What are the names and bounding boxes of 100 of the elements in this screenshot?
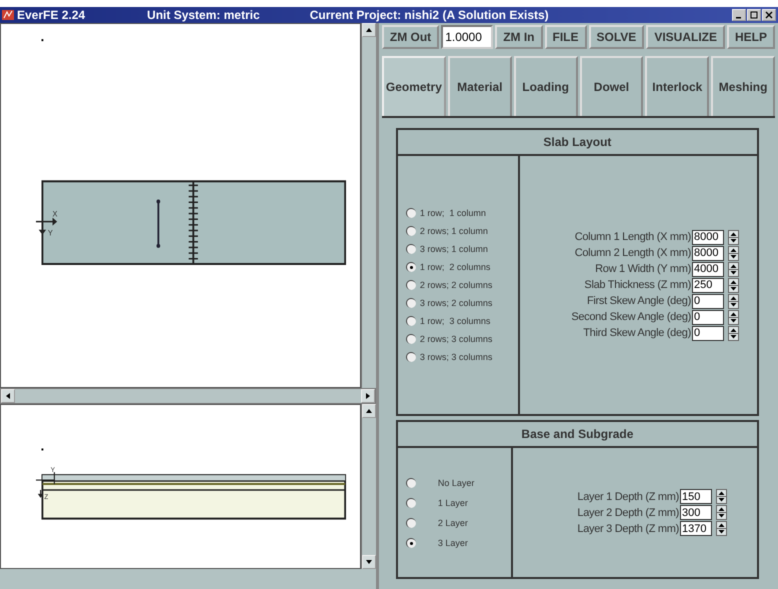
spinner-buttons[interactable] (716, 489, 727, 504)
scroll-down-button[interactable] (362, 555, 376, 569)
spinner-buttons[interactable] (728, 246, 739, 260)
zoom-field[interactable]: 1.0000 (441, 25, 494, 49)
radio-button[interactable] (406, 498, 416, 508)
maximize-button[interactable] (747, 9, 761, 21)
horizontal-scrollbar[interactable] (0, 388, 376, 404)
y-axis-arrow (38, 222, 46, 235)
axis-arrows-drawing (36, 472, 55, 498)
field-label: Layer 3 Depth (Z mm) (577, 522, 679, 534)
layer-radio-option[interactable]: 3 Layer (406, 538, 511, 548)
layer-radio-option[interactable]: 2 Layer (406, 518, 511, 528)
layout-radio-option[interactable]: 1 row; 2 columns (406, 262, 518, 272)
field-label: Column 2 Length (X mm) (574, 247, 691, 259)
layout-radio-option[interactable]: 1 row; 1 column (406, 208, 518, 218)
zoom-in-button[interactable]: ZM In (495, 25, 543, 49)
tab[interactable]: Loading (514, 56, 578, 116)
section-title: Base and Subgrade (398, 422, 757, 448)
minimize-button[interactable] (732, 9, 746, 21)
radio-button[interactable] (406, 298, 416, 308)
menu-button[interactable]: SOLVE (588, 25, 644, 49)
input-field[interactable]: 250 (692, 278, 724, 292)
radio-button[interactable] (406, 518, 416, 528)
radio-button[interactable] (406, 334, 416, 344)
radio-button[interactable] (406, 262, 416, 272)
radio-button[interactable] (406, 478, 416, 488)
section-title: Slab Layout (398, 130, 757, 156)
scroll-up-button[interactable] (362, 23, 376, 37)
dowel-line-drawing (156, 199, 160, 248)
spinner-buttons[interactable] (728, 310, 739, 324)
scroll-left-button[interactable] (1, 389, 15, 403)
radio-button[interactable] (406, 352, 416, 362)
radio-button[interactable] (406, 208, 416, 218)
tab[interactable]: Interlock (645, 56, 710, 116)
vertical-scrollbar[interactable] (360, 23, 376, 388)
radio-button[interactable] (406, 538, 416, 548)
right-arrow-icon (364, 392, 372, 400)
input-field[interactable]: 8000 (692, 246, 724, 260)
scroll-up-button[interactable] (362, 404, 376, 418)
up-arrow-icon (364, 407, 373, 415)
field-label: Second Skew Angle (deg) (571, 311, 691, 323)
input-field[interactable]: 1370 (680, 521, 712, 536)
spinner-buttons[interactable] (716, 505, 727, 520)
field-label: Column 1 Length (X mm) (574, 231, 691, 243)
input-field[interactable]: 300 (680, 505, 712, 520)
layer-radio-option[interactable]: 1 Layer (406, 498, 511, 508)
layout-radio-option[interactable]: 2 rows; 1 column (406, 226, 518, 236)
scroll-right-button[interactable] (360, 389, 375, 403)
field-label: Slab Thickness (Z mm) (584, 279, 691, 291)
radio-button[interactable] (406, 316, 416, 326)
axis-label: X (52, 209, 58, 219)
vertical-scrollbar[interactable] (360, 404, 376, 569)
layout-radio-option[interactable]: 3 rows; 3 columns (406, 352, 518, 362)
field-label: Layer 1 Depth (Z mm) (577, 490, 679, 502)
spinner-buttons[interactable] (728, 262, 739, 276)
radio-button[interactable] (406, 280, 416, 290)
tab[interactable]: Meshing (711, 56, 776, 116)
left-arrow-icon (4, 392, 12, 400)
field-label: Third Skew Angle (deg) (583, 327, 691, 339)
unit-system-label: Unit System: metric (147, 8, 260, 22)
axis-label: Y (48, 228, 53, 238)
input-field[interactable]: 0 (692, 310, 724, 324)
project-label: Current Project: nishi2 (A Solution Exists) (310, 8, 549, 22)
maximize-icon (750, 11, 758, 19)
input-field[interactable]: 0 (692, 326, 724, 340)
field-label: Layer 2 Depth (Z mm) (577, 506, 679, 518)
input-field[interactable]: 8000 (692, 230, 724, 244)
layout-radio-option[interactable]: 2 rows; 3 columns (406, 334, 518, 344)
input-field[interactable]: 0 (692, 294, 724, 308)
menu-button[interactable]: FILE (544, 25, 587, 49)
spinner-buttons[interactable] (716, 521, 727, 536)
menu-button[interactable]: VISUALIZE (646, 25, 725, 49)
tab[interactable]: Dowel (580, 56, 644, 116)
field-label: First Skew Angle (deg) (586, 295, 691, 307)
plan-view-canvas[interactable]: X Y (0, 23, 361, 388)
layout-radio-option[interactable]: 3 rows; 1 column (406, 244, 518, 254)
field-label: Row 1 Width (Y mm) (595, 263, 691, 275)
app-icon (2, 10, 14, 20)
tab[interactable]: Geometry (382, 56, 446, 116)
layout-radio-option[interactable]: 2 rows; 2 columns (406, 280, 518, 290)
up-arrow-icon (364, 26, 373, 34)
spinner-buttons[interactable] (728, 326, 739, 340)
input-field[interactable]: 4000 (692, 262, 724, 276)
window-title: EverFE 2.24 (17, 8, 86, 22)
radio-button[interactable] (406, 244, 416, 254)
close-icon (765, 11, 773, 19)
down-arrow-icon (364, 558, 373, 566)
spinner-buttons[interactable] (728, 294, 739, 308)
close-button[interactable] (762, 9, 776, 21)
spinner-buttons[interactable] (728, 278, 739, 292)
tab[interactable]: Material (448, 56, 512, 116)
radio-button[interactable] (406, 226, 416, 236)
x-axis-arrow (36, 218, 58, 226)
menu-button[interactable]: HELP (726, 25, 775, 49)
input-field[interactable]: 150 (680, 489, 712, 504)
layer-radio-option[interactable]: No Layer (406, 478, 511, 488)
zoom-out-button[interactable]: ZM Out (382, 25, 440, 49)
layout-radio-option[interactable]: 1 row; 3 columns (406, 316, 518, 326)
layout-radio-option[interactable]: 3 rows; 2 columns (406, 298, 518, 308)
spinner-buttons[interactable] (728, 230, 739, 244)
